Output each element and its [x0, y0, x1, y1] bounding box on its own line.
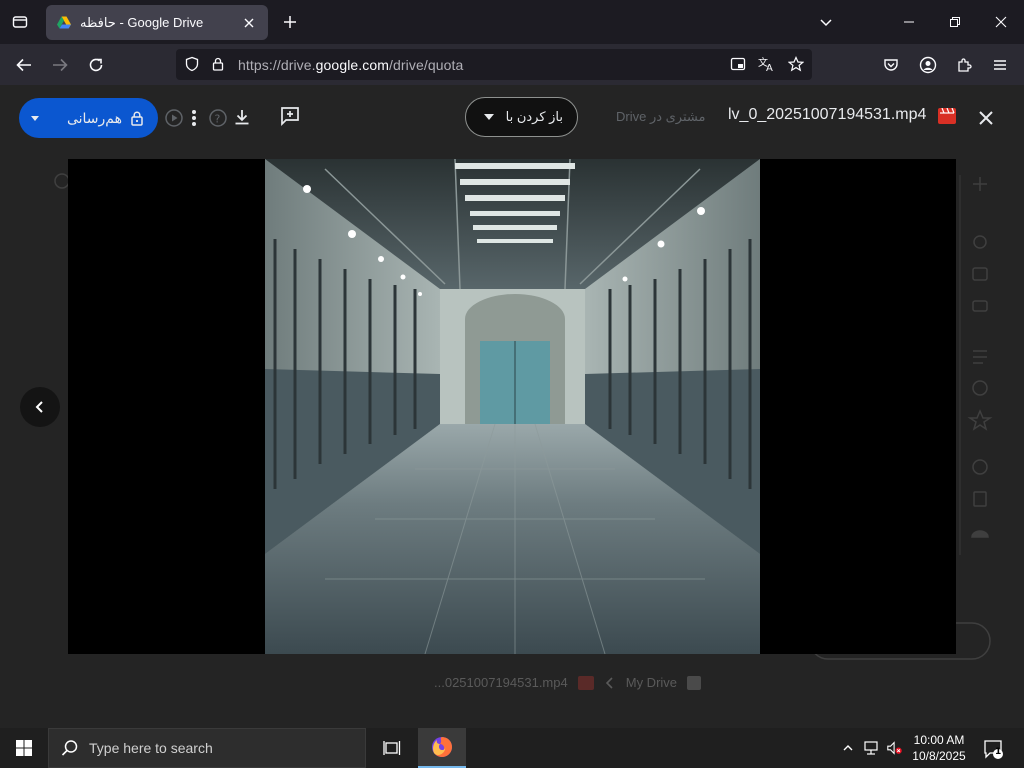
search-icon: [61, 740, 78, 756]
url-host: google.com: [315, 57, 390, 73]
search-placeholder: Type here to search: [89, 740, 213, 756]
navigation-toolbar: https://drive.google.com/drive/quota 文A: [0, 44, 1024, 85]
tab-list-chevron-icon[interactable]: [816, 12, 836, 32]
new-tab-icon[interactable]: [280, 12, 300, 32]
tracking-shield-icon[interactable]: [182, 54, 202, 74]
video-player[interactable]: [68, 159, 956, 654]
bottom-file-name: ...0251007194531.mp4: [434, 675, 568, 690]
action-center-button[interactable]: 1: [982, 738, 1004, 760]
pocket-icon[interactable]: [880, 54, 902, 76]
previous-file-button[interactable]: [20, 387, 60, 427]
windows-logo-icon: [16, 740, 32, 756]
picture-in-picture-icon[interactable]: [728, 54, 748, 74]
lock-icon[interactable]: [208, 54, 228, 74]
add-comment-icon[interactable]: [278, 104, 302, 128]
url-path: /drive/quota: [389, 57, 464, 73]
windows-taskbar: Type here to search 10:00 AM 10/8/2025 1: [0, 728, 1024, 768]
app-menu-icon[interactable]: [989, 54, 1011, 76]
task-view-button[interactable]: [368, 728, 416, 768]
url-prefix: https://drive.: [238, 57, 316, 73]
account-icon[interactable]: [917, 54, 939, 76]
svg-text:?: ?: [215, 113, 221, 126]
minimize-icon[interactable]: [899, 12, 919, 32]
reload-icon[interactable]: [85, 54, 107, 76]
extensions-icon[interactable]: [953, 54, 975, 76]
url-text: https://drive.google.com/drive/quota: [238, 57, 463, 73]
share-button-label: هم‌رسانی: [66, 109, 122, 126]
video-file-icon: [938, 108, 956, 124]
clock-time: 10:00 AM: [913, 733, 965, 747]
bottom-breadcrumb: ...0251007194531.mp4 My Drive: [434, 675, 702, 690]
bookmark-star-icon[interactable]: [786, 54, 806, 74]
viewer-toolbar: هم‌رسانی ? باز کردن با مشتری در Drive lv…: [0, 85, 1024, 155]
google-drive-icon: [57, 16, 71, 28]
clock-date: 10/8/2025: [912, 749, 966, 763]
browser-tab-drive[interactable]: حافظه - Google Drive: [46, 5, 268, 40]
start-button[interactable]: [0, 728, 48, 768]
firefox-icon: [432, 737, 452, 757]
notification-count: 1: [995, 747, 1002, 757]
drive-preview-overlay: هم‌رسانی ? باز کردن با مشتری در Drive lv…: [0, 85, 1024, 728]
tab-close-icon[interactable]: [240, 14, 258, 32]
drive-folder-icon: [687, 675, 702, 690]
address-bar[interactable]: https://drive.google.com/drive/quota 文A: [176, 49, 812, 80]
close-icon: [979, 111, 993, 125]
share-lock-icon: [131, 111, 143, 126]
back-arrow-icon[interactable]: [13, 54, 35, 76]
share-button[interactable]: هم‌رسانی: [19, 98, 158, 138]
chevron-left-icon: [35, 401, 43, 413]
taskbar-search-box[interactable]: Type here to search: [48, 728, 366, 768]
volume-muted-icon[interactable]: [886, 739, 904, 757]
network-icon[interactable]: [862, 739, 880, 757]
open-with-button[interactable]: باز کردن با: [465, 97, 578, 137]
chevron-left-icon: [605, 676, 613, 689]
bottom-location: My Drive: [625, 675, 678, 690]
show-hidden-icons-chevron-icon[interactable]: [839, 739, 857, 757]
share-dropdown-caret-icon[interactable]: [31, 115, 39, 121]
close-preview-button[interactable]: [970, 102, 1002, 134]
svg-text:A: A: [766, 63, 773, 72]
system-clock[interactable]: 10:00 AM 10/8/2025: [904, 732, 974, 764]
firefox-taskbar-button[interactable]: [418, 728, 466, 768]
tab-title: حافظه - Google Drive: [80, 14, 204, 30]
restore-icon[interactable]: [945, 12, 965, 32]
tab-strip: حافظه - Google Drive: [0, 0, 1024, 44]
task-view-icon: [383, 741, 401, 755]
file-location-label: مشتری در Drive: [616, 109, 706, 124]
help-icon[interactable]: ?: [206, 106, 230, 130]
forward-arrow-icon[interactable]: [49, 54, 71, 76]
open-with-caret-icon: [484, 114, 494, 120]
download-icon[interactable]: [230, 105, 254, 129]
translate-icon[interactable]: 文A: [757, 54, 777, 74]
window-close-icon[interactable]: [991, 12, 1011, 32]
more-options-icon[interactable]: [182, 106, 206, 130]
video-file-icon: [577, 675, 594, 690]
open-with-label: باز کردن با: [505, 109, 563, 124]
video-frame-prison-corridor: [265, 159, 760, 654]
file-name: lv_0_20251007194531.mp4: [728, 106, 927, 123]
list-all-tabs-icon[interactable]: [8, 10, 32, 34]
